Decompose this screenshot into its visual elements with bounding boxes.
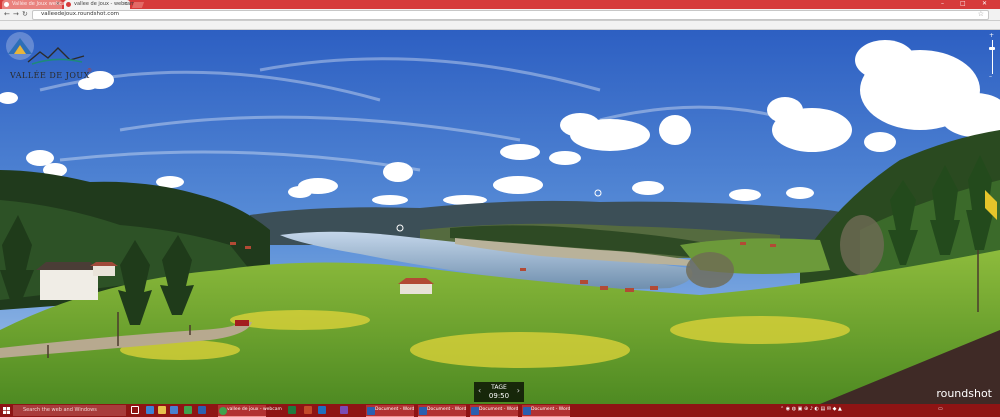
taskbar-item-label: Document - Word — [531, 407, 571, 412]
word-icon — [523, 406, 531, 415]
favicon-icon — [66, 2, 71, 7]
taskbar-item-label: Document - Word — [479, 407, 519, 412]
taskbar-item-label: vallee de joux - webcam — [227, 407, 282, 412]
tab-1-label: Vallée de Joux webcam — [12, 1, 70, 7]
tab-bar: Vallée de Joux webcam × vallee de joux -… — [0, 0, 1000, 9]
logo-text: VALLÉE DE JOUX — [10, 71, 90, 80]
forward-icon[interactable]: → — [13, 10, 19, 18]
tray-icons[interactable]: ⌃ ◉ ◍ ▣ ⊕ ♪ ◐ ▤ ✉ ◆ ▲ — [780, 406, 842, 412]
powerpoint-icon[interactable] — [304, 406, 312, 414]
taskbar: Search the web and Windows vallee de jou… — [0, 404, 1000, 417]
edge-icon[interactable] — [146, 406, 154, 414]
taskbar-item-label: Document - Word — [375, 407, 415, 412]
chrome-icon — [219, 406, 227, 415]
taskbar-item-word-2[interactable]: Document - Word — [418, 405, 466, 417]
taskbar-item-chrome[interactable]: vallee de joux - webcam — [218, 405, 282, 417]
task-view-icon[interactable] — [131, 406, 139, 414]
chrome-icon[interactable] — [184, 406, 192, 414]
photos-icon[interactable] — [340, 406, 348, 414]
url-text: valleedejoux.roundshot.com — [41, 11, 120, 17]
zoom-out-icon[interactable]: – — [989, 73, 992, 80]
reload-icon[interactable]: ↻ — [22, 10, 28, 18]
browser-toolbar: ← → ↻ valleedejoux.roundshot.com ☆ — [0, 9, 1000, 21]
maximize-icon[interactable]: □ — [960, 0, 966, 7]
bookmark-star-icon[interactable]: ☆ — [978, 10, 984, 18]
word-icon — [367, 406, 375, 415]
taskbar-item-word-1[interactable]: Document - Word — [366, 405, 414, 417]
address-bar[interactable]: valleedejoux.roundshot.com ☆ — [32, 10, 989, 20]
word-icon — [419, 406, 427, 415]
close-icon[interactable]: × — [124, 1, 128, 7]
word-icon[interactable] — [198, 406, 206, 414]
bookmarks-bar: AppsBookmarksGoogleMapsYouTubeNewsMailDr… — [0, 21, 1000, 30]
notification-icon[interactable]: ▭ — [938, 406, 943, 412]
taskbar-search[interactable]: Search the web and Windows — [13, 405, 126, 416]
zoom-knob[interactable] — [989, 47, 995, 50]
search-placeholder: Search the web and Windows — [23, 407, 97, 413]
windows-start-icon[interactable] — [3, 407, 10, 414]
taskbar-item-word-4[interactable]: Document - Word — [522, 405, 570, 417]
zoom-track[interactable] — [991, 40, 993, 74]
tab-1[interactable]: Vallée de Joux webcam × — [2, 0, 70, 9]
minimize-icon[interactable]: – — [941, 0, 944, 7]
zoom-slider[interactable]: + – — [989, 32, 995, 80]
excel-icon[interactable] — [288, 406, 296, 414]
close-icon[interactable]: × — [56, 1, 60, 7]
new-tab-button[interactable] — [131, 2, 145, 8]
panorama-viewer[interactable]: VALLÉE DE JOUX ® + – ‹ TAGE 09:50 › roun… — [0, 30, 1000, 404]
outlook-icon[interactable] — [318, 406, 326, 414]
folder-icon[interactable] — [158, 406, 166, 414]
store-icon[interactable] — [170, 406, 178, 414]
word-icon — [471, 406, 479, 415]
zoom-in-icon[interactable]: + — [989, 32, 994, 39]
window-close-icon[interactable]: ✕ — [982, 0, 987, 7]
taskbar-item-word-3[interactable]: Document - Word — [470, 405, 518, 417]
panorama-image — [0, 30, 1000, 404]
camera-logo-icon — [6, 32, 34, 60]
back-icon[interactable]: ← — [4, 10, 10, 18]
registered-mark: ® — [87, 68, 92, 74]
favicon-icon — [4, 2, 9, 7]
tab-2[interactable]: vallee de joux - webcam × — [64, 0, 135, 9]
roundshot-brand[interactable]: roundshot — [936, 387, 992, 400]
time-selector[interactable]: ‹ TAGE 09:50 › — [474, 382, 524, 402]
next-icon[interactable]: › — [517, 386, 520, 395]
taskbar-item-label: Document - Word — [427, 407, 467, 412]
